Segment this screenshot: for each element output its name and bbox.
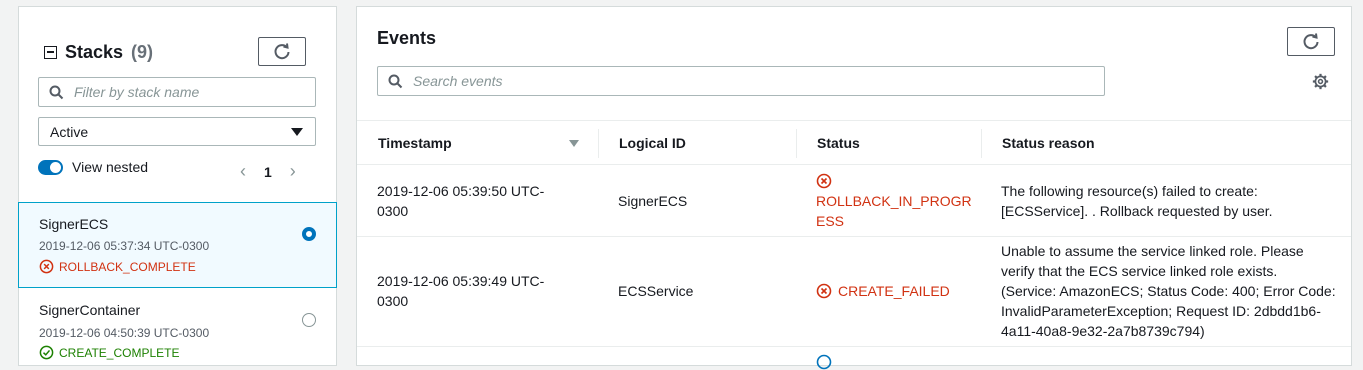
stack-name: SignerContainer [39, 302, 141, 318]
timestamp-line: 2019-12-06 05:39:49 UTC- [377, 273, 545, 289]
reason-line: The following resource(s) failed to crea… [1001, 183, 1258, 199]
stack-radio[interactable] [302, 313, 316, 327]
event-status: ROLLBACK_IN_PROGR ESS [816, 171, 972, 231]
stacks-title: Stacks [65, 42, 124, 62]
search-icon [49, 85, 64, 99]
column-divider[interactable] [598, 129, 599, 158]
stack-status-text: CREATE_COMPLETE [59, 345, 180, 360]
event-status-reason: The following resource(s) failed to crea… [1001, 181, 1273, 221]
event-status-reason: Unable to assume the service linked role… [1001, 241, 1336, 341]
view-nested-label: View nested [72, 159, 149, 175]
column-header-status[interactable]: Status [817, 135, 860, 151]
timestamp-line: 2019-12-06 05:39:50 UTC- [377, 183, 545, 199]
status-line: ESS [816, 213, 845, 229]
stack-item-signerecs[interactable]: SignerECS 2019-12-06 05:37:34 UTC-0300 R… [18, 202, 337, 288]
chevron-left-icon[interactable]: ‹ [240, 161, 246, 182]
stacks-count: (9) [131, 42, 154, 62]
stack-status-text: ROLLBACK_COMPLETE [59, 259, 196, 274]
sort-desc-icon[interactable] [569, 140, 579, 147]
error-icon [816, 173, 832, 189]
table-row: 2019-12-06 05:39:50 UTC- 0300 SignerECS … [357, 170, 1351, 237]
events-search-input[interactable]: Search events [377, 66, 1105, 96]
table-row: 2019-12-06 05:39:49 UTC- 0300 ECSService… [357, 237, 1351, 347]
reason-line: Unable to assume the service linked role… [1001, 243, 1304, 259]
chevron-right-icon[interactable]: › [290, 161, 296, 182]
stack-status-value: Active [50, 123, 89, 140]
info-icon [816, 354, 832, 370]
timestamp-line: 0300 [377, 293, 409, 309]
stack-time: 2019-12-06 04:50:39 UTC-0300 [39, 326, 210, 340]
reason-line: InvalidParameterException; Request ID: 2… [1001, 303, 1321, 319]
events-title: Events [377, 28, 437, 48]
caret-down-icon [291, 128, 303, 136]
column-header-status-reason[interactable]: Status reason [1002, 135, 1095, 151]
stack-status-select[interactable]: Active [38, 117, 316, 146]
stack-name: SignerECS [39, 216, 109, 232]
stacks-pagination: ‹ 1 › [240, 161, 296, 182]
event-timestamp: 2019-12-06 05:39:49 UTC- 0300 [377, 271, 544, 311]
reason-line: verify that the ECS service linked role … [1001, 263, 1278, 279]
stacks-refresh-button[interactable] [258, 37, 306, 66]
event-logical-id: ECSService [618, 283, 694, 299]
search-icon [388, 74, 403, 88]
reason-line: (Service: AmazonECS; Status Code: 400; E… [1001, 283, 1336, 299]
stacks-header: Stacks (9) [44, 42, 153, 63]
events-panel: Events Search events Timestamp Logical I… [356, 6, 1352, 370]
page-number[interactable]: 1 [264, 164, 272, 180]
event-timestamp: 2019-12-06 05:39:50 UTC- 0300 [377, 181, 544, 221]
event-status: CREATE_FAILED [816, 281, 950, 301]
events-refresh-button[interactable] [1287, 27, 1335, 56]
refresh-icon [1303, 32, 1319, 49]
success-icon [39, 345, 54, 360]
column-header-timestamp[interactable]: Timestamp [378, 135, 452, 151]
status-line: ROLLBACK_IN_PROGR [816, 193, 972, 209]
timestamp-line: 0300 [377, 203, 409, 219]
stack-item-signercontainer[interactable]: SignerContainer 2019-12-06 04:50:39 UTC-… [19, 289, 336, 360]
stack-time: 2019-12-06 05:37:34 UTC-0300 [39, 239, 210, 253]
events-search-placeholder: Search events [413, 73, 503, 89]
events-table-header: Timestamp Logical ID Status Status reaso… [357, 120, 1351, 165]
stack-filter-placeholder: Filter by stack name [74, 84, 200, 100]
view-nested-row: View nested [38, 159, 148, 175]
stack-radio-selected[interactable] [302, 227, 316, 241]
view-nested-toggle[interactable] [38, 159, 63, 175]
event-logical-id: SignerECS [618, 193, 688, 209]
column-divider[interactable] [981, 129, 982, 158]
refresh-icon [274, 42, 290, 59]
column-header-logical-id[interactable]: Logical ID [619, 135, 686, 151]
gear-icon[interactable] [1312, 73, 1329, 90]
reason-line: 4a11-40a8-9e32-2a7b8739c794) [1001, 323, 1205, 339]
collapse-panel-icon[interactable] [44, 46, 57, 59]
stack-status: ROLLBACK_COMPLETE [39, 259, 196, 274]
column-divider[interactable] [796, 129, 797, 158]
error-icon [816, 283, 832, 299]
stack-filter-input[interactable]: Filter by stack name [38, 77, 316, 107]
status-text: CREATE_FAILED [838, 283, 950, 299]
stack-status: CREATE_COMPLETE [39, 345, 179, 360]
table-row [357, 347, 1351, 370]
reason-line: [ECSService]. . Rollback requested by us… [1001, 203, 1273, 219]
error-icon [39, 259, 54, 274]
